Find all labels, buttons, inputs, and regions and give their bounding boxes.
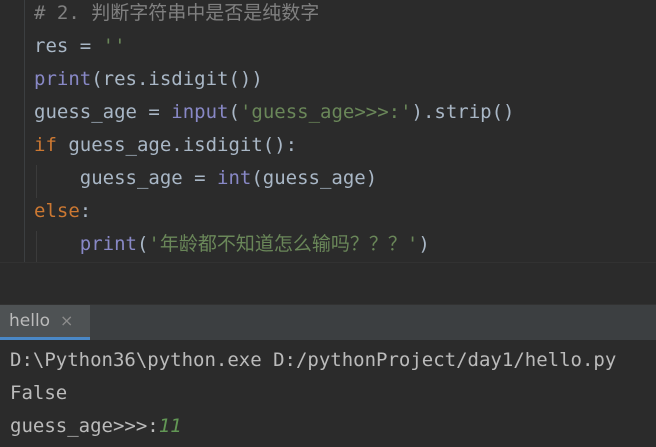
console-output-line: False <box>10 382 68 404</box>
code-token-keyword: else <box>34 200 80 222</box>
code-editor[interactable]: # 2. 判断字符串中是否是纯数字 res = '' print(res.isdig… <box>0 0 656 262</box>
code-token-string: '年龄都不知道怎么输吗？？？' <box>148 233 419 255</box>
code-line: else: <box>34 195 91 228</box>
code-line: # 2. 判断字符串中是否是纯数字 <box>34 0 319 30</box>
code-line: guess_age = input('guess_age>>>:').strip… <box>34 96 514 129</box>
code-token-builtin: input <box>171 101 229 123</box>
code-token-builtin: print <box>34 68 92 90</box>
code-token-default: ( <box>136 233 149 255</box>
code-token-string: 'guess_age>>>:' <box>239 101 412 123</box>
editor-bottom-area <box>0 262 656 304</box>
console-prompt: guess_age>>>: <box>10 415 159 437</box>
run-tool-window-tabbar: hello × <box>0 304 656 340</box>
code-token-default: guess_age = <box>34 101 172 123</box>
code-token-builtin: print <box>79 233 137 255</box>
code-token-default: (res.isdigit()) <box>91 68 263 90</box>
code-token-default: : <box>79 200 92 222</box>
code-line: print('年龄都不知道怎么输吗？？？') <box>34 228 430 261</box>
run-tab-hello[interactable]: hello × <box>0 305 90 340</box>
code-token-default <box>34 233 80 255</box>
console-user-input: 11 <box>158 415 182 437</box>
code-line: print(res.isdigit()) <box>34 63 263 96</box>
code-token-default: ( <box>228 101 240 123</box>
editor-gutter-divider <box>24 0 25 262</box>
run-console[interactable]: D:\Python36\python.exe D:/pythonProject/… <box>0 340 656 447</box>
code-line: if guess_age.isdigit(): <box>34 129 297 162</box>
code-token-default: ) <box>418 233 430 255</box>
console-prompt-line: guess_age>>>:11 <box>10 410 182 443</box>
code-token-string: '' <box>102 35 126 57</box>
code-token-default: guess_age.isdigit(): <box>68 134 298 156</box>
code-token-comment: # 2. 判断字符串中是否是纯数字 <box>34 2 320 24</box>
code-token-keyword: if <box>34 134 69 156</box>
code-token-default: (guess_age) <box>251 167 378 189</box>
code-token-default: ).strip() <box>411 101 515 123</box>
code-token-default: res = <box>34 35 103 57</box>
code-line: guess_age = int(guess_age) <box>34 162 377 195</box>
code-token-builtin: int <box>217 167 252 189</box>
code-token-default: guess_age = <box>34 167 218 189</box>
run-tab-label: hello <box>9 311 51 331</box>
console-command-line: D:\Python36\python.exe D:/pythonProject/… <box>10 349 617 371</box>
code-line: res = '' <box>34 30 126 63</box>
close-icon[interactable]: × <box>60 311 73 330</box>
